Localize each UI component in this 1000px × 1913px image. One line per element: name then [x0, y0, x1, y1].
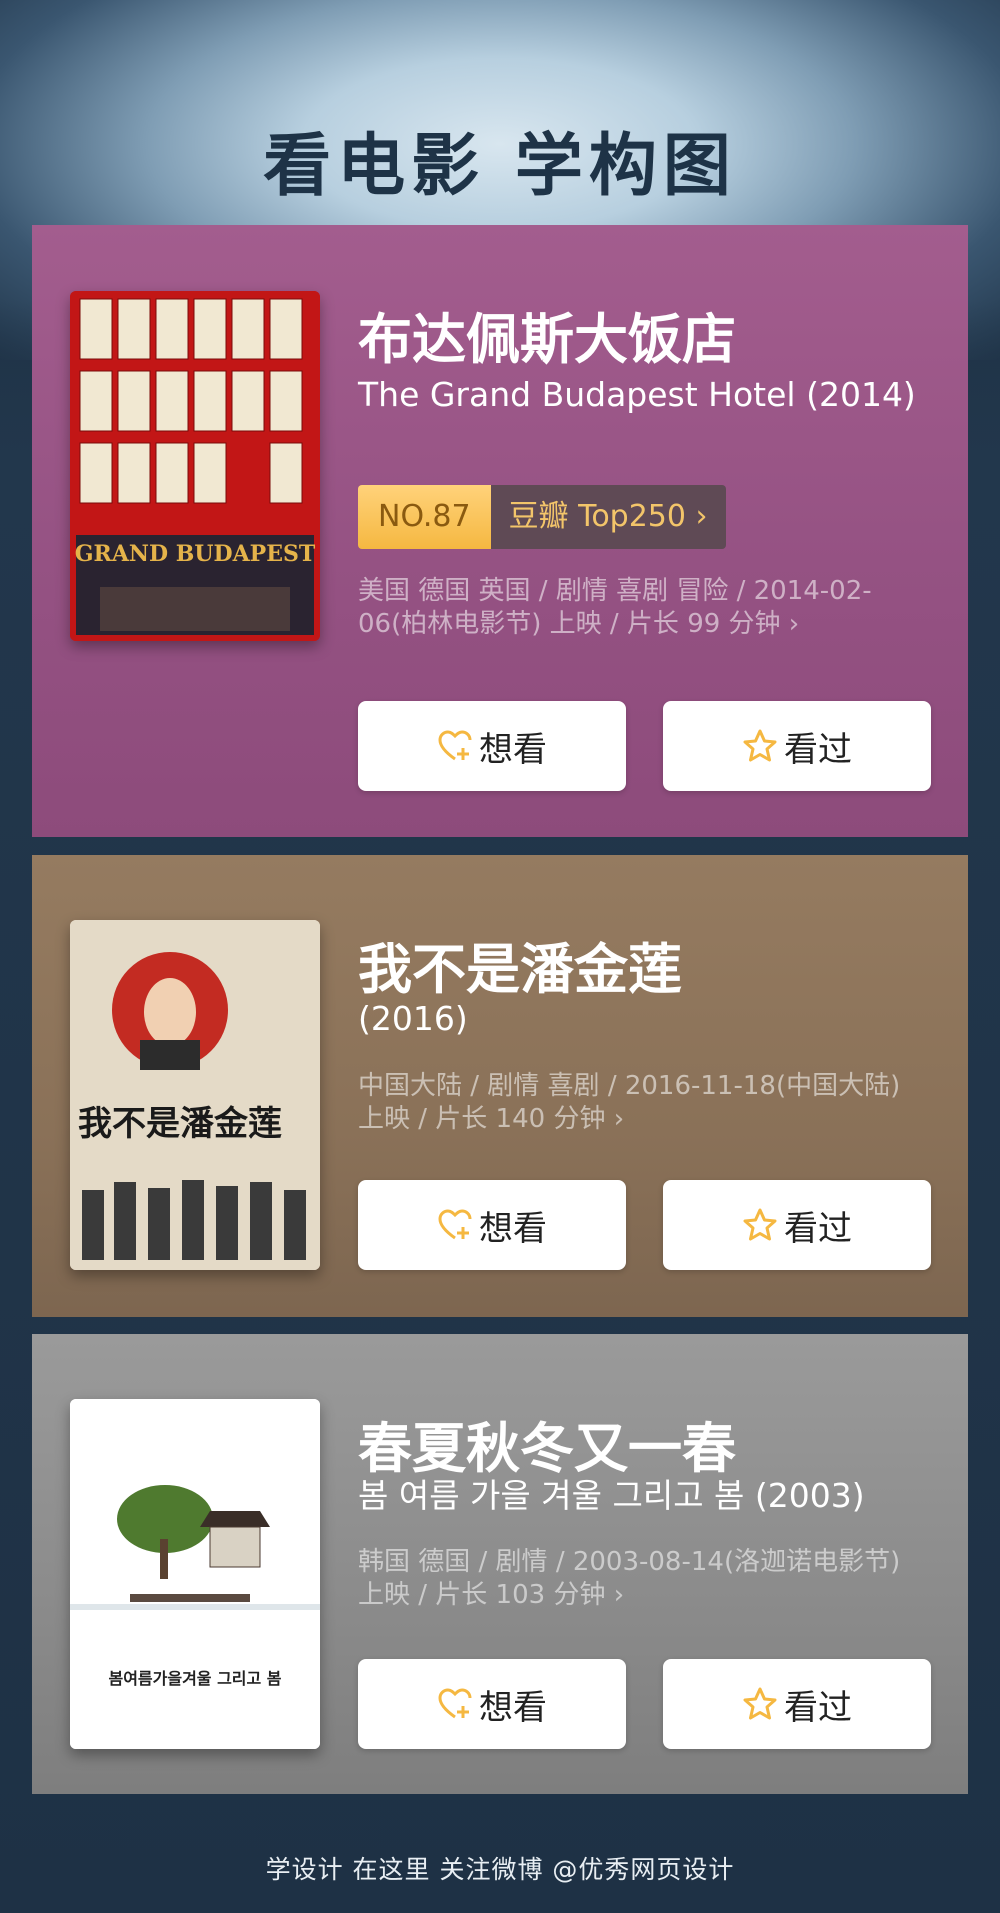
watched-button[interactable]: 看过: [663, 701, 931, 791]
poster-art: 我不是潘金莲: [70, 920, 320, 1270]
rank-number: NO.87: [358, 485, 491, 549]
movie-title: 布达佩斯大饭店: [358, 308, 736, 371]
want-to-watch-button[interactable]: 想看: [358, 1659, 626, 1749]
poster-text: 봄여름가을겨울 그리고 봄: [108, 1669, 281, 1688]
movie-original-title: 봄 여름 가을 겨울 그리고 봄 (2003): [358, 1476, 865, 1515]
movie-poster[interactable]: GRAND BUDAPEST: [70, 291, 320, 641]
star-icon: [743, 729, 777, 762]
seen-label: 看过: [784, 729, 852, 770]
page-title: 看电影 学构图: [263, 127, 737, 206]
poster-art: 봄여름가을겨울 그리고 봄: [70, 1399, 320, 1749]
want-to-watch-button[interactable]: 想看: [358, 1180, 626, 1270]
want-label: 想看: [479, 729, 547, 770]
heart-plus-icon: [438, 1688, 472, 1719]
movie-meta-link[interactable]: 韩国 德国 / 剧情 / 2003-08-14(洛迦诺电影节) 上映 / 片长 …: [358, 1546, 928, 1612]
want-label: 想看: [479, 1208, 547, 1249]
douban-rank-badge[interactable]: NO.87 豆瓣 Top250 ›: [358, 485, 726, 549]
movie-meta-link[interactable]: 中国大陆 / 剧情 喜剧 / 2016-11-18(中国大陆) 上映 / 片长 …: [358, 1070, 928, 1136]
star-icon: [743, 1687, 777, 1720]
seen-label: 看过: [784, 1687, 852, 1728]
rank-list-link[interactable]: 豆瓣 Top250 ›: [490, 485, 726, 549]
heart-plus-icon: [438, 1209, 472, 1240]
movie-card-grand-budapest[interactable]: GRAND BUDAPEST 布达佩斯大饭店 The Grand Budapes…: [32, 225, 968, 837]
movie-poster[interactable]: 我不是潘金莲: [70, 920, 320, 1270]
movie-card-spring-summer[interactable]: 봄여름가을겨울 그리고 봄 春夏秋冬又一春 봄 여름 가을 겨울 그리고 봄 (…: [32, 1334, 968, 1794]
poster-art: GRAND BUDAPEST: [70, 291, 320, 641]
movie-meta-link[interactable]: 美国 德国 英国 / 剧情 喜剧 冒险 / 2014-02-06(柏林电影节) …: [358, 575, 928, 641]
movie-original-title: (2016): [358, 999, 468, 1038]
footer-text: 学设计 在这里 关注微博 @优秀网页设计: [265, 1855, 735, 1884]
want-to-watch-button[interactable]: 想看: [358, 701, 626, 791]
poster-text: GRAND BUDAPEST: [75, 541, 316, 567]
want-label: 想看: [479, 1687, 547, 1728]
movie-poster[interactable]: 봄여름가을겨울 그리고 봄: [70, 1399, 320, 1749]
seen-label: 看过: [784, 1208, 852, 1249]
star-icon: [743, 1208, 777, 1241]
watched-button[interactable]: 看过: [663, 1659, 931, 1749]
watched-button[interactable]: 看过: [663, 1180, 931, 1270]
movie-title: 春夏秋冬又一春: [358, 1417, 736, 1480]
movie-title: 我不是潘金莲: [358, 938, 682, 1001]
heart-plus-icon: [438, 730, 472, 761]
poster-text: 我不是潘金莲: [78, 1104, 282, 1144]
movie-card-pan-jinlian[interactable]: 我不是潘金莲 我不是潘金莲 (2016) 中国大陆 / 剧情 喜剧 / 2016…: [32, 855, 968, 1317]
movie-original-title: The Grand Budapest Hotel (2014): [358, 375, 916, 414]
